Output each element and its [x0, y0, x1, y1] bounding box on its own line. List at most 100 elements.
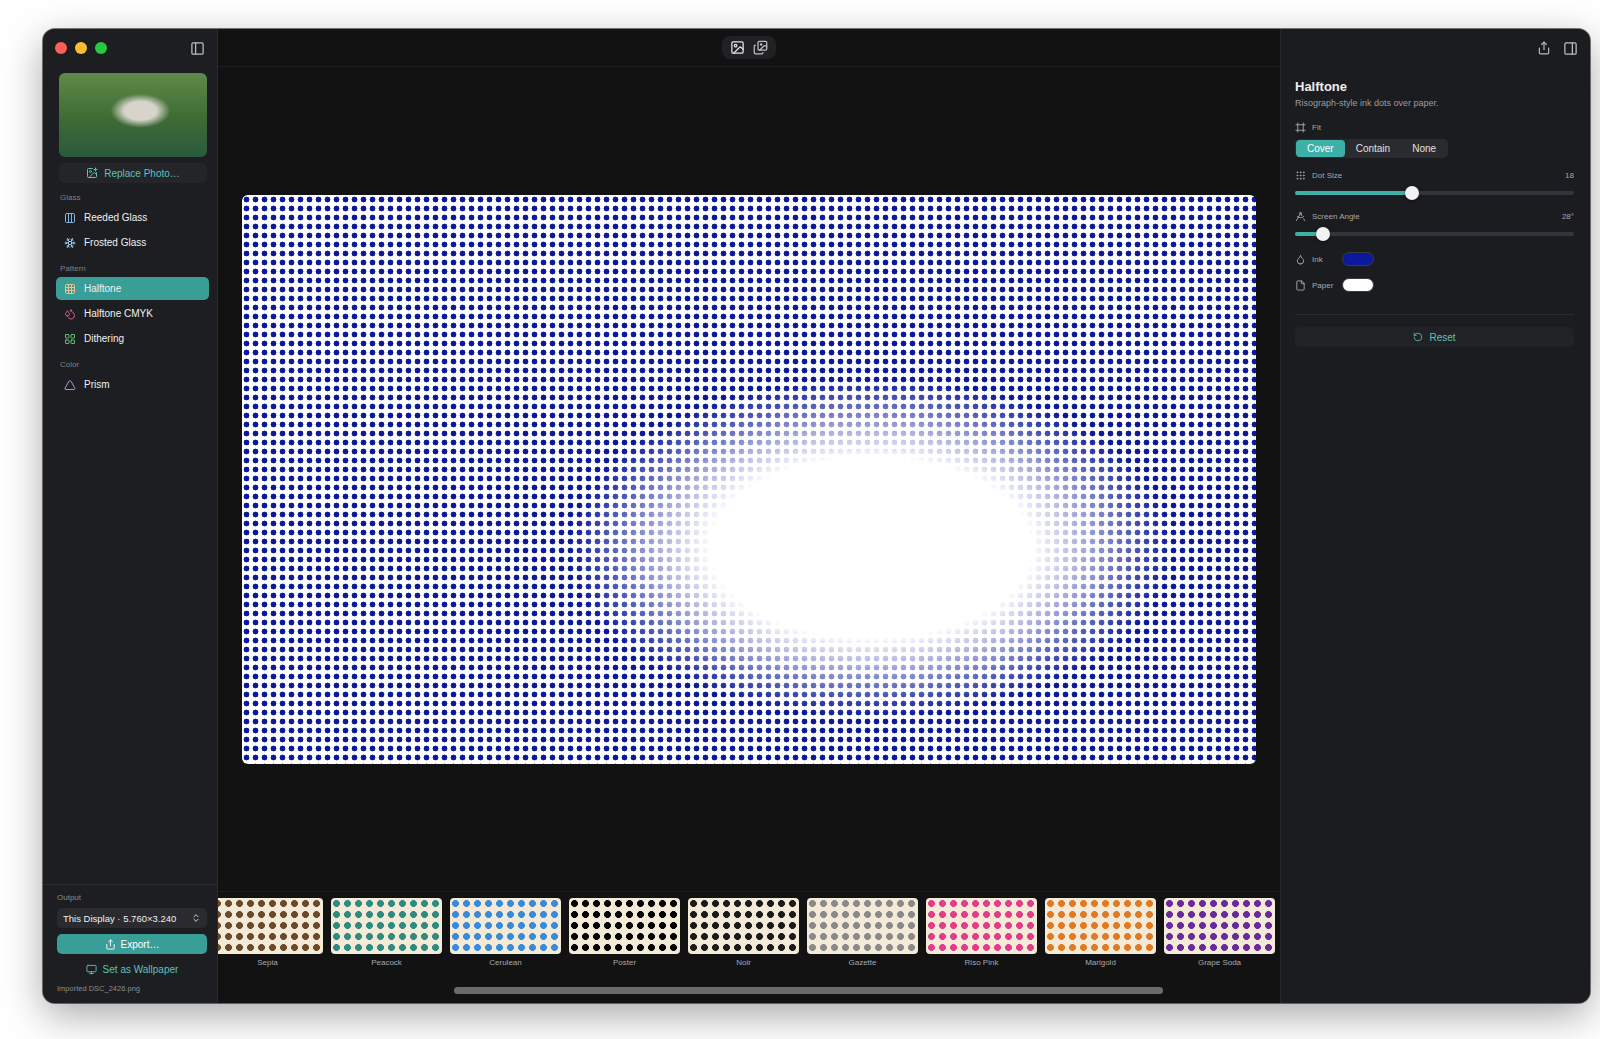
preset-label: Grape Soda: [1198, 958, 1241, 967]
preset-card[interactable]: Grape Soda: [1164, 898, 1275, 977]
slider-fill: [1295, 191, 1412, 195]
effect-icon: [64, 212, 76, 224]
preset-swatch: [569, 898, 680, 954]
app-window: Replace Photo…GlassReeded GlassFrosted G…: [43, 29, 1590, 1003]
control-header: Dot Size18: [1295, 170, 1574, 181]
chevrons-icon: [191, 913, 201, 923]
reset-button[interactable]: Reset: [1295, 327, 1574, 347]
sidebar-item[interactable]: Halftone: [56, 277, 209, 300]
control-icon: [1295, 170, 1306, 181]
share-icon: [1537, 41, 1551, 55]
control-value: 28°: [1562, 212, 1574, 221]
compare-view-button[interactable]: [753, 40, 768, 55]
close-button[interactable]: [55, 42, 67, 54]
toggle-sidebar-button[interactable]: [190, 41, 205, 56]
inspector-toolbar: [1295, 29, 1578, 67]
inspector-subtitle: Risograph-style ink dots over paper.: [1295, 98, 1574, 108]
slider-control: Screen Angle28°: [1295, 211, 1574, 240]
preset-card[interactable]: Cerulean: [450, 898, 561, 977]
sidebar-item[interactable]: Halftone CMYK: [56, 302, 209, 325]
control-header: Fit: [1295, 122, 1574, 133]
control-icon: [1295, 254, 1306, 265]
preset-strip: Sepia Peacock Cerulean Poster Noir Gazette Ris…: [218, 891, 1280, 977]
toolbar: [218, 29, 1280, 67]
color-control: Paper: [1295, 278, 1574, 292]
sidebar-item[interactable]: Prism: [56, 373, 209, 396]
preset-swatch: [926, 898, 1037, 954]
slider-knob[interactable]: [1405, 186, 1419, 200]
preset-swatch: [450, 898, 561, 954]
desktop: Replace Photo…GlassReeded GlassFrosted G…: [0, 0, 1600, 1039]
preset-card[interactable]: Gazette: [807, 898, 918, 977]
control-header: Screen Angle28°: [1295, 211, 1574, 222]
color-well[interactable]: [1342, 252, 1374, 266]
sidebar-item[interactable]: Reeded Glass: [56, 206, 209, 229]
images-icon: [753, 40, 768, 55]
color-control: Ink: [1295, 252, 1574, 266]
preset-swatch: [1164, 898, 1275, 954]
sidebar-section: GlassReeded GlassFrosted Glass: [43, 183, 217, 254]
sidebar-section: ColorPrism: [43, 350, 217, 396]
color-well[interactable]: [1342, 278, 1374, 292]
slider-knob[interactable]: [1316, 227, 1330, 241]
display-select[interactable]: This Display · 5.760×3.240: [57, 908, 207, 928]
scrollbar-thumb[interactable]: [454, 987, 1163, 994]
preset-label: Cerulean: [489, 958, 521, 967]
segmented-buttons: CoverContainNone: [1295, 139, 1448, 158]
preset-card[interactable]: Poster: [569, 898, 680, 977]
preset-card[interactable]: Noir: [688, 898, 799, 977]
control-value: 18: [1565, 171, 1574, 180]
output-section: Output This Display · 5.760×3.240 Export… S…: [43, 884, 217, 1003]
toggle-inspector-button[interactable]: [1563, 41, 1578, 56]
effect-icon: [64, 283, 76, 295]
preset-swatch: [1045, 898, 1156, 954]
panel-left-icon: [190, 41, 205, 56]
inspector-title: Halftone: [1295, 79, 1574, 94]
preset-swatch: [807, 898, 918, 954]
slider-track[interactable]: [1295, 191, 1574, 195]
status-text: Imported DSC_2426.png: [57, 984, 207, 993]
scrollbar: [218, 977, 1280, 1003]
control-icon: [1295, 122, 1306, 133]
panel-right-icon: [1563, 41, 1578, 56]
preset-swatch: [218, 898, 323, 954]
zoom-button[interactable]: [95, 42, 107, 54]
preset-swatch: [688, 898, 799, 954]
export-button[interactable]: Export…: [57, 934, 207, 954]
preset-card[interactable]: Marigold: [1045, 898, 1156, 977]
replace-photo-button[interactable]: Replace Photo…: [59, 163, 207, 183]
preset-label: Riso Pink: [965, 958, 999, 967]
sidebar-section: Pattern HalftoneHalftone CMYKDithering: [43, 254, 217, 350]
view-toggle: [722, 36, 776, 59]
control-label: Ink: [1312, 255, 1336, 264]
control-label: Fit: [1312, 123, 1321, 132]
preset-label: Noir: [736, 958, 751, 967]
segment-option[interactable]: Cover: [1296, 140, 1345, 157]
share-button[interactable]: [1537, 41, 1551, 55]
segment-option[interactable]: None: [1401, 140, 1447, 157]
effect-icon: [64, 237, 76, 249]
sidebar-item[interactable]: Frosted Glass: [56, 231, 209, 254]
section-title: Output: [57, 893, 207, 902]
effect-icon: [64, 308, 76, 320]
preset-card[interactable]: Riso Pink: [926, 898, 1037, 977]
image-icon: [730, 40, 745, 55]
segment-option[interactable]: Contain: [1345, 140, 1401, 157]
share-icon: [105, 939, 116, 950]
preset-card[interactable]: Sepia: [218, 898, 323, 977]
photo-thumbnail: [59, 73, 207, 157]
preset-swatch: [331, 898, 442, 954]
sidebar: Replace Photo…GlassReeded GlassFrosted G…: [43, 29, 218, 1003]
preset-label: Gazette: [848, 958, 876, 967]
segmented-control: Fit CoverContainNone: [1295, 122, 1574, 158]
preset-card[interactable]: Peacock: [331, 898, 442, 977]
control-icon: [1295, 280, 1306, 291]
preset-label: Peacock: [371, 958, 402, 967]
section-title: Pattern: [56, 262, 209, 275]
minimize-button[interactable]: [75, 42, 87, 54]
original-view-button[interactable]: [730, 40, 745, 55]
slider-track[interactable]: [1295, 232, 1574, 236]
set-wallpaper-button[interactable]: Set as Wallpaper: [57, 960, 207, 978]
image-plus-icon: [86, 167, 98, 179]
sidebar-item[interactable]: Dithering: [56, 327, 209, 350]
